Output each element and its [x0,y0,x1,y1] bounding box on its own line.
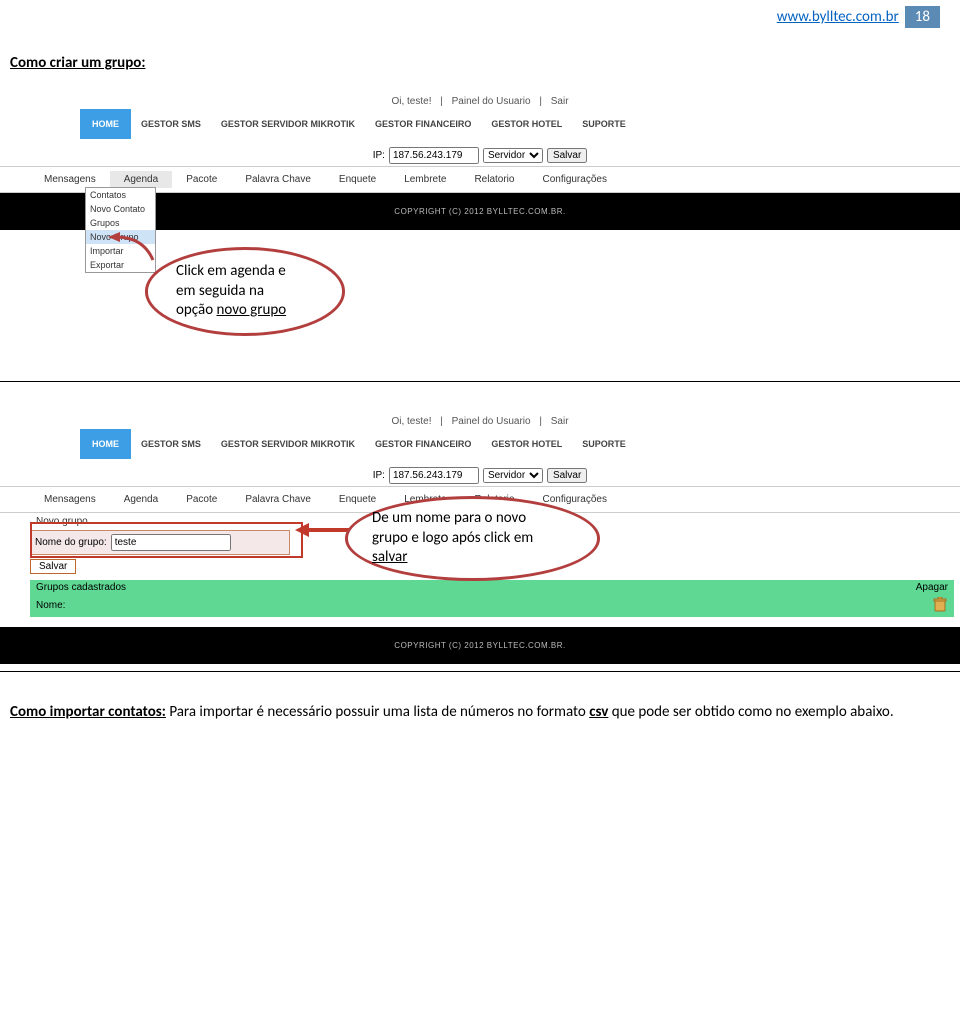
subnav-mensagens[interactable]: Mensagens [30,491,110,508]
user-info-bar: Oi, teste! | Painel do Usuario | Sair [0,92,960,109]
nav-gestor-hotel[interactable]: GESTOR HOTEL [481,111,572,137]
subnav-pacote[interactable]: Pacote [172,171,231,188]
highlight-box [30,522,303,558]
dropdown-novo-contato[interactable]: Novo Contato [86,202,155,216]
separator: | [440,416,443,427]
ip-row: IP: Servidor Salvar [0,465,960,487]
user-info-bar: Oi, teste! | Painel do Usuario | Sair [0,412,960,429]
dropdown-grupos[interactable]: Grupos [86,216,155,230]
subnav-relatorio[interactable]: Relatorio [460,171,528,188]
main-nav: HOME GESTOR SMS GESTOR SERVIDOR MIKROTIK… [0,109,960,145]
ip-save-button[interactable]: Salvar [547,468,587,483]
nav-gestor-financeiro[interactable]: GESTOR FINANCEIRO [365,111,481,137]
ip-input[interactable] [389,467,479,484]
callout-line: em seguida na [176,282,314,302]
header-url-link[interactable]: www.bylltec.com.br [777,8,899,26]
dropdown-contatos[interactable]: Contatos [86,188,155,202]
import-contacts-paragraph: Como importar contatos: Para importar é … [0,702,960,722]
footer-copyright: COPYRIGHT (C) 2012 BYLLTEC.COM.BR. [0,627,960,664]
subnav-agenda[interactable]: Agenda [110,491,172,508]
name-label: Nome: [36,600,932,611]
section-heading-create-group: Como criar um grupo: [10,54,940,72]
logout-link[interactable]: Sair [551,416,569,427]
server-select[interactable]: Servidor [483,148,543,163]
ip-save-button[interactable]: Salvar [547,148,587,163]
screenshot-1: Oi, teste! | Painel do Usuario | Sair HO… [0,92,960,382]
arrow-icon [108,232,158,262]
greeting-text: Oi, teste! [391,416,431,427]
separator: | [440,96,443,107]
callout-line: grupo e logo após click em [372,529,573,549]
ip-row: IP: Servidor Salvar [0,145,960,167]
ip-label: IP: [373,470,385,481]
subnav-configuracoes[interactable]: Configurações [528,171,620,188]
groups-table: Grupos cadastrados Apagar Nome: [30,580,954,617]
subnav-palavra-chave[interactable]: Palavra Chave [231,171,325,188]
ip-label: IP: [373,150,385,161]
subnav-enquete[interactable]: Enquete [325,491,390,508]
page-number: 18 [905,6,940,28]
user-panel-link[interactable]: Painel do Usuario [452,416,531,427]
save-group-button[interactable]: Salvar [30,559,76,574]
nav-gestor-mikrotik[interactable]: GESTOR SERVIDOR MIKROTIK [211,111,365,137]
user-panel-link[interactable]: Painel do Usuario [452,96,531,107]
callout-line: De um nome para o novo [372,509,573,529]
delete-column-header: Apagar [916,582,948,593]
separator: | [539,416,542,427]
import-contacts-heading: Como importar contatos: [10,703,166,721]
nav-gestor-hotel[interactable]: GESTOR HOTEL [481,431,572,457]
subnav-lembrete[interactable]: Lembrete [390,171,460,188]
nav-home[interactable]: HOME [80,109,131,139]
subnav-enquete[interactable]: Enquete [325,171,390,188]
server-select[interactable]: Servidor [483,468,543,483]
trash-icon[interactable] [932,597,948,613]
logout-link[interactable]: Sair [551,96,569,107]
nav-gestor-sms[interactable]: GESTOR SMS [131,111,211,137]
callout-name-group: De um nome para o novo grupo e logo após… [345,496,600,581]
subnav-pacote[interactable]: Pacote [172,491,231,508]
subnav-palavra-chave[interactable]: Palavra Chave [231,491,325,508]
subnav-agenda[interactable]: Agenda [110,171,172,188]
nav-gestor-mikrotik[interactable]: GESTOR SERVIDOR MIKROTIK [211,431,365,457]
main-nav: HOME GESTOR SMS GESTOR SERVIDOR MIKROTIK… [0,429,960,465]
nav-gestor-sms[interactable]: GESTOR SMS [131,431,211,457]
nav-suporte[interactable]: SUPORTE [572,431,636,457]
callout-line: Click em agenda e [176,262,314,282]
subnav-mensagens[interactable]: Mensagens [30,171,110,188]
greeting-text: Oi, teste! [391,96,431,107]
page-header: www.bylltec.com.br 18 [0,0,960,34]
nav-gestor-financeiro[interactable]: GESTOR FINANCEIRO [365,431,481,457]
groups-registered-label: Grupos cadastrados [36,582,916,593]
callout-line: opção novo grupo [176,301,314,321]
callout-line: salvar [372,548,573,568]
nav-suporte[interactable]: SUPORTE [572,111,636,137]
ip-input[interactable] [389,147,479,164]
separator: | [539,96,542,107]
callout-click-agenda: Click em agenda e em seguida na opção no… [145,247,345,336]
nav-home[interactable]: HOME [80,429,131,459]
screenshot-2: Oi, teste! | Painel do Usuario | Sair HO… [0,412,960,672]
